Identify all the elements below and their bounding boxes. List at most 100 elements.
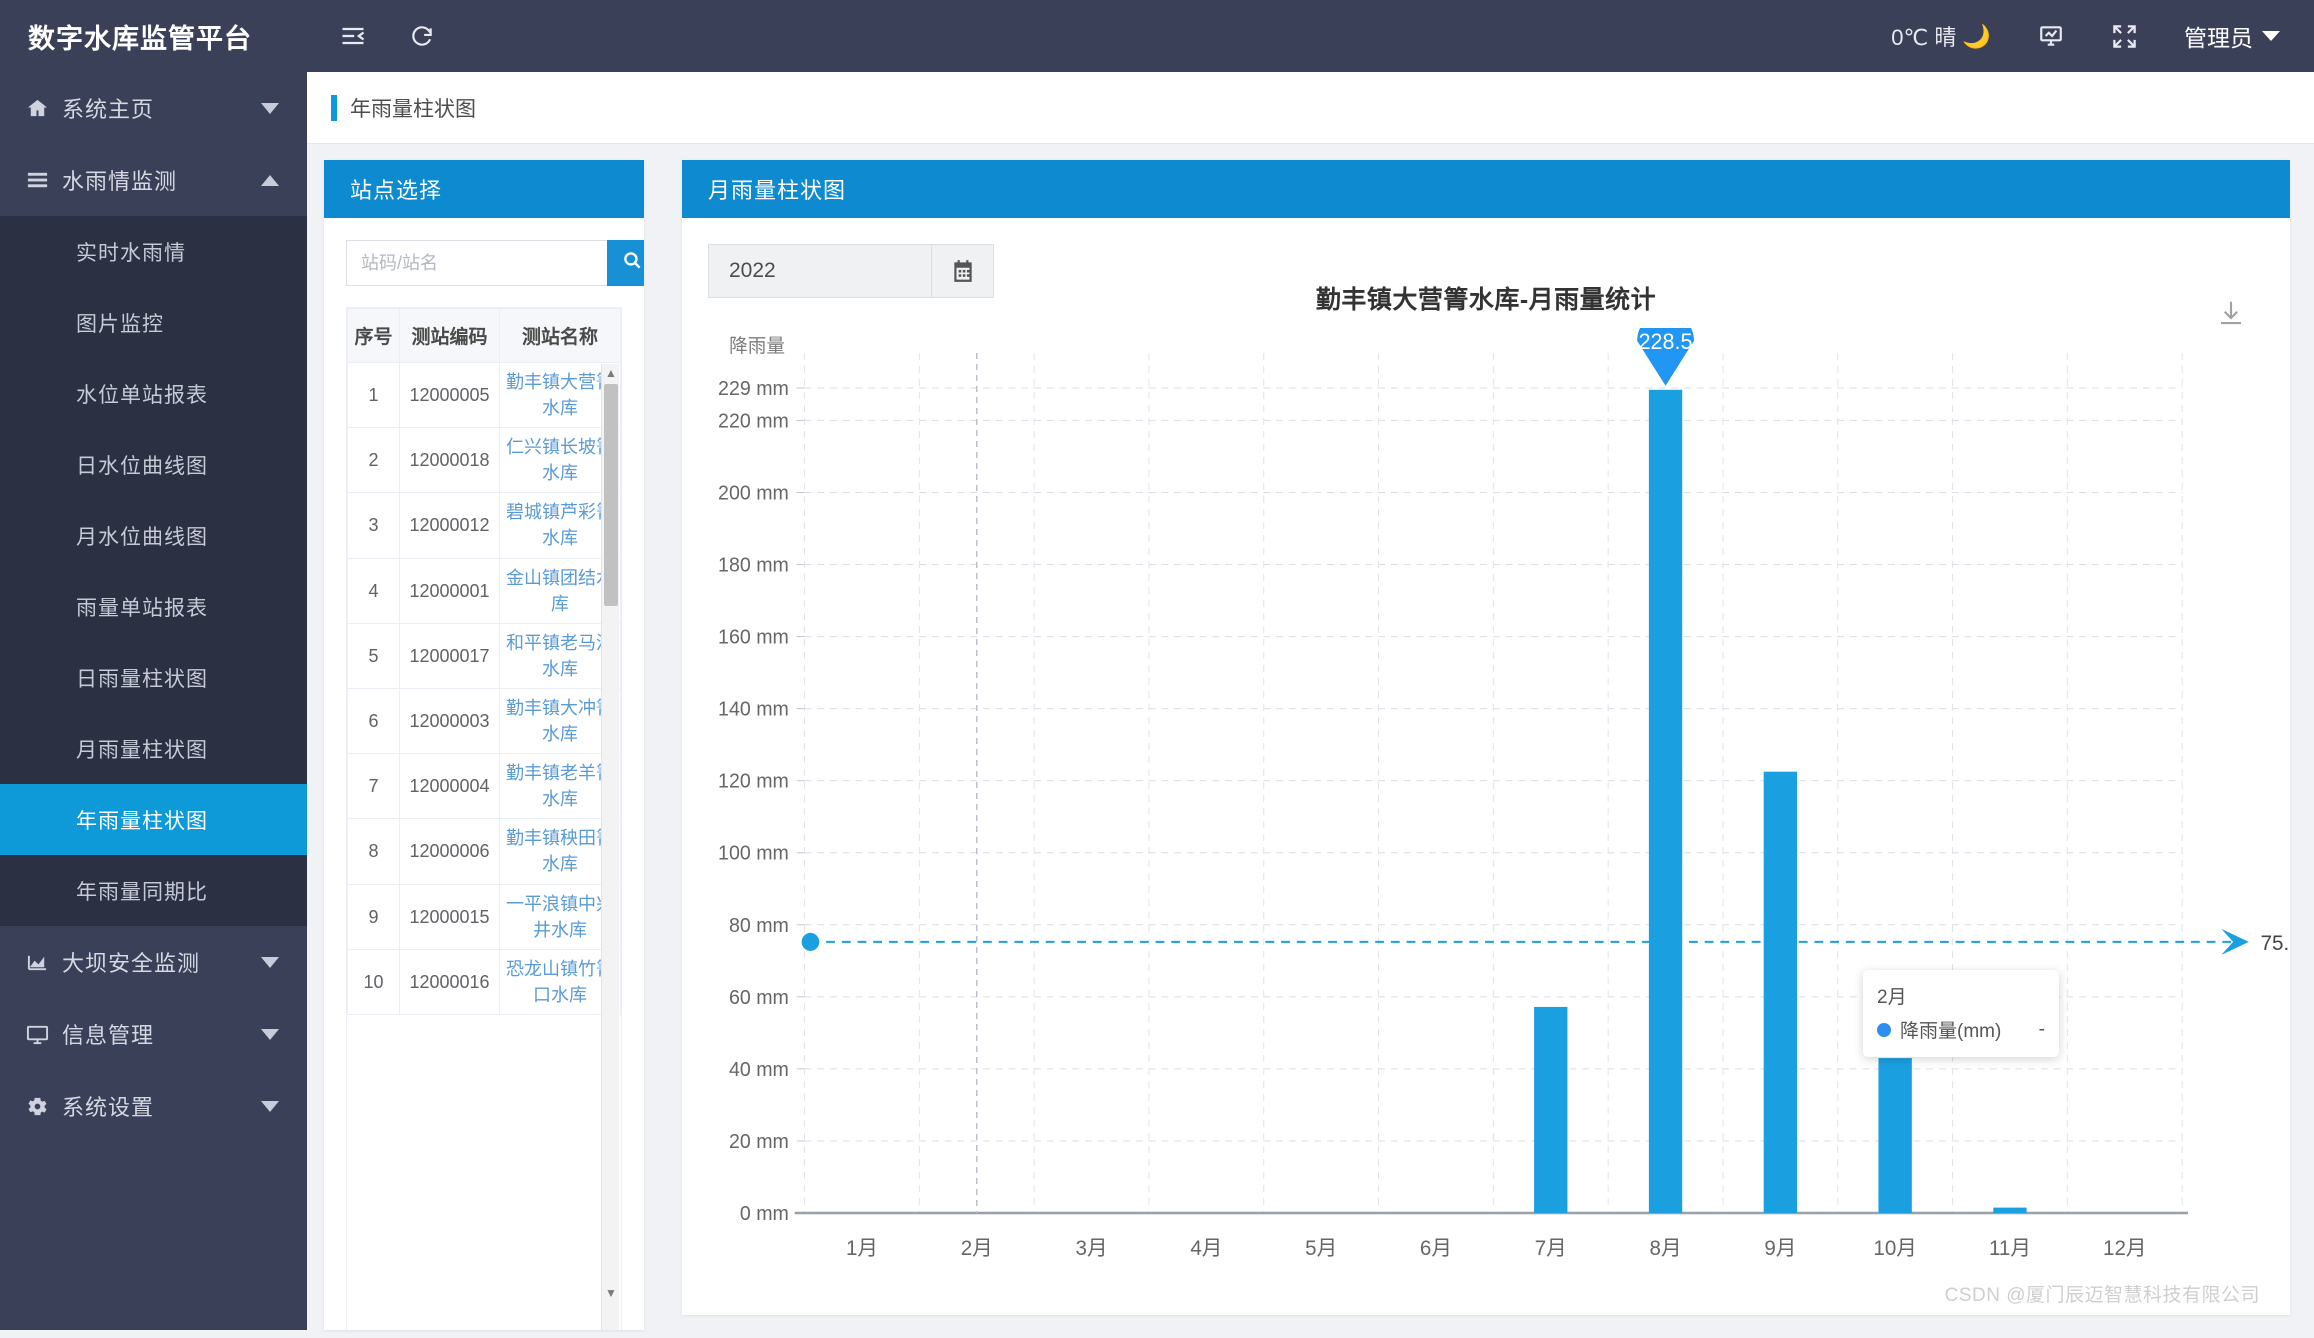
main-content: 站点选择 查询 序号 测 (307, 144, 2314, 1330)
moon-icon: 🌙 (1962, 23, 1991, 50)
tooltip-title: 2月 (1877, 982, 2045, 1009)
chart-panel-title: 月雨量柱状图 (682, 160, 2290, 218)
tooltip-series-label: 降雨量(mm) (1900, 1016, 2021, 1043)
svg-text:40 mm: 40 mm (729, 1059, 789, 1081)
cell-code: 12000012 (400, 493, 500, 558)
column-header-code: 测站编码 (400, 309, 500, 363)
sidebar-item-yearly-rainfall-compare[interactable]: 年雨量同期比 (0, 855, 307, 926)
sidebar-item-monthly-waterlevel-curve[interactable]: 月水位曲线图 (0, 500, 307, 571)
svg-text:75.25: 75.25 (2261, 932, 2290, 955)
station-table-body: 1 12000005 勤丰镇大营箐水库 2 12000018 仁兴镇长坡箐水库 … (348, 363, 621, 1015)
svg-text:60 mm: 60 mm (729, 987, 789, 1009)
rainfall-bar-chart[interactable]: 降雨量0 mm20 mm40 mm60 mm80 mm100 mm120 mm1… (682, 328, 2290, 1338)
sidebar-item-yearly-rainfall-bar[interactable]: 年雨量柱状图 (0, 784, 307, 855)
sidebar-item-waterlevel-report[interactable]: 水位单站报表 (0, 358, 307, 429)
svg-text:8月: 8月 (1650, 1237, 1682, 1260)
station-search-row: 查询 (346, 240, 622, 286)
user-menu[interactable]: 管理员 (2184, 19, 2280, 53)
svg-text:140 mm: 140 mm (718, 698, 789, 720)
presentation-icon[interactable] (2037, 23, 2065, 49)
sidebar-item-rainfall-report[interactable]: 雨量单站报表 (0, 571, 307, 642)
menu-fold-icon[interactable] (339, 22, 367, 50)
search-button[interactable]: 查询 (607, 240, 644, 286)
svg-text:220 mm: 220 mm (718, 410, 789, 432)
sidebar-group-info-management-label: 信息管理 (62, 1018, 261, 1050)
table-row[interactable]: 8 12000006 勤丰镇秧田箐水库 (348, 819, 621, 884)
sidebar: 系统主页 水雨情监测 实时水雨情 图片监控 水位单站报表 日水位曲线图 月水位曲… (0, 72, 307, 1330)
sidebar-group-system-settings[interactable]: 系统设置 (0, 1070, 307, 1142)
gear-icon (26, 1095, 62, 1118)
sidebar-item-monthly-rainfall-bar[interactable]: 月雨量柱状图 (0, 713, 307, 784)
table-row[interactable]: 10 12000016 恐龙山镇竹箐口水库 (348, 949, 621, 1014)
search-icon (623, 251, 642, 276)
svg-text:2月: 2月 (961, 1237, 993, 1260)
chevron-up-icon (261, 175, 279, 186)
scroll-down-icon[interactable]: ▼ (602, 1284, 620, 1302)
fullscreen-icon[interactable] (2111, 23, 2138, 50)
svg-text:降雨量: 降雨量 (729, 335, 785, 356)
scroll-up-icon[interactable]: ▲ (602, 364, 620, 382)
sidebar-group-dam-safety[interactable]: 大坝安全监测 (0, 926, 307, 998)
top-header: 数字水库监管平台 0℃ 晴 🌙 (0, 0, 2314, 72)
sidebar-item-realtime[interactable]: 实时水雨情 (0, 216, 307, 287)
chart-panel-body: 2022 勤丰镇大营箐水库-月雨量统计 降雨量0 m (682, 218, 2290, 1315)
tooltip-series-value: - (2039, 1019, 2045, 1041)
cell-index: 5 (348, 623, 400, 688)
sidebar-group-home-label: 系统主页 (62, 92, 261, 124)
weather-text: 0℃ 晴 (1891, 20, 1956, 52)
table-row[interactable]: 7 12000004 勤丰镇老羊箐水库 (348, 754, 621, 819)
chevron-down-icon (261, 1029, 279, 1040)
table-row[interactable]: 5 12000017 和平镇老马河水库 (348, 623, 621, 688)
station-table-scrollbar[interactable]: ▲ ▼ (601, 364, 619, 1330)
svg-text:7月: 7月 (1535, 1237, 1567, 1260)
sidebar-item-daily-waterlevel-curve[interactable]: 日水位曲线图 (0, 429, 307, 500)
svg-text:80 mm: 80 mm (729, 915, 789, 937)
svg-text:1月: 1月 (846, 1237, 878, 1260)
svg-text:228.5: 228.5 (1639, 329, 1693, 354)
sidebar-item-daily-rainfall-bar[interactable]: 日雨量柱状图 (0, 642, 307, 713)
sidebar-group-info-management[interactable]: 信息管理 (0, 998, 307, 1070)
table-row[interactable]: 2 12000018 仁兴镇长坡箐水库 (348, 428, 621, 493)
sidebar-group-water-rain[interactable]: 水雨情监测 (0, 144, 307, 216)
svg-text:120 mm: 120 mm (718, 771, 789, 793)
list-icon (26, 169, 62, 192)
sidebar-group-home[interactable]: 系统主页 (0, 72, 307, 144)
table-row[interactable]: 6 12000003 勤丰镇大冲箐水库 (348, 688, 621, 753)
breadcrumb-text: 年雨量柱状图 (350, 93, 476, 123)
sidebar-group-dam-safety-label: 大坝安全监测 (62, 946, 261, 978)
search-input[interactable] (346, 240, 607, 286)
breadcrumb: 年雨量柱状图 (307, 72, 2314, 144)
table-row[interactable]: 1 12000005 勤丰镇大营箐水库 (348, 363, 621, 428)
svg-text:12月: 12月 (2103, 1237, 2146, 1260)
refresh-icon[interactable] (409, 23, 435, 49)
home-icon (26, 97, 62, 120)
chart-title: 勤丰镇大营箐水库-月雨量统计 (682, 280, 2290, 316)
tooltip-series-row: 降雨量(mm) - (1877, 1016, 2045, 1043)
sidebar-group-system-settings-label: 系统设置 (62, 1090, 261, 1122)
cell-index: 4 (348, 558, 400, 623)
chevron-down-icon (261, 957, 279, 968)
cell-index: 3 (348, 493, 400, 558)
user-name: 管理员 (2184, 19, 2253, 53)
svg-text:100 mm: 100 mm (718, 843, 789, 865)
cell-index: 2 (348, 428, 400, 493)
svg-text:4月: 4月 (1190, 1237, 1222, 1260)
cell-code: 12000016 (400, 949, 500, 1014)
scrollbar-thumb[interactable] (604, 384, 618, 606)
table-row[interactable]: 3 12000012 碧城镇芦彩箐水库 (348, 493, 621, 558)
sidebar-item-image-monitor[interactable]: 图片监控 (0, 287, 307, 358)
station-select-panel: 站点选择 查询 序号 测 (324, 160, 644, 1330)
cell-index: 9 (348, 884, 400, 949)
cell-index: 8 (348, 819, 400, 884)
table-header-row: 序号 测站编码 测站名称 (348, 309, 621, 363)
table-row[interactable]: 9 12000015 一平浪镇中兴井水库 (348, 884, 621, 949)
table-row[interactable]: 4 12000001 金山镇团结水库 (348, 558, 621, 623)
svg-text:0 mm: 0 mm (740, 1203, 789, 1225)
chart-tooltip: 2月 降雨量(mm) - (1863, 970, 2059, 1057)
svg-text:229 mm: 229 mm (718, 378, 789, 400)
cell-code: 12000015 (400, 884, 500, 949)
cell-code: 12000001 (400, 558, 500, 623)
cell-index: 7 (348, 754, 400, 819)
cell-code: 12000004 (400, 754, 500, 819)
column-header-name: 测站名称 (500, 309, 621, 363)
